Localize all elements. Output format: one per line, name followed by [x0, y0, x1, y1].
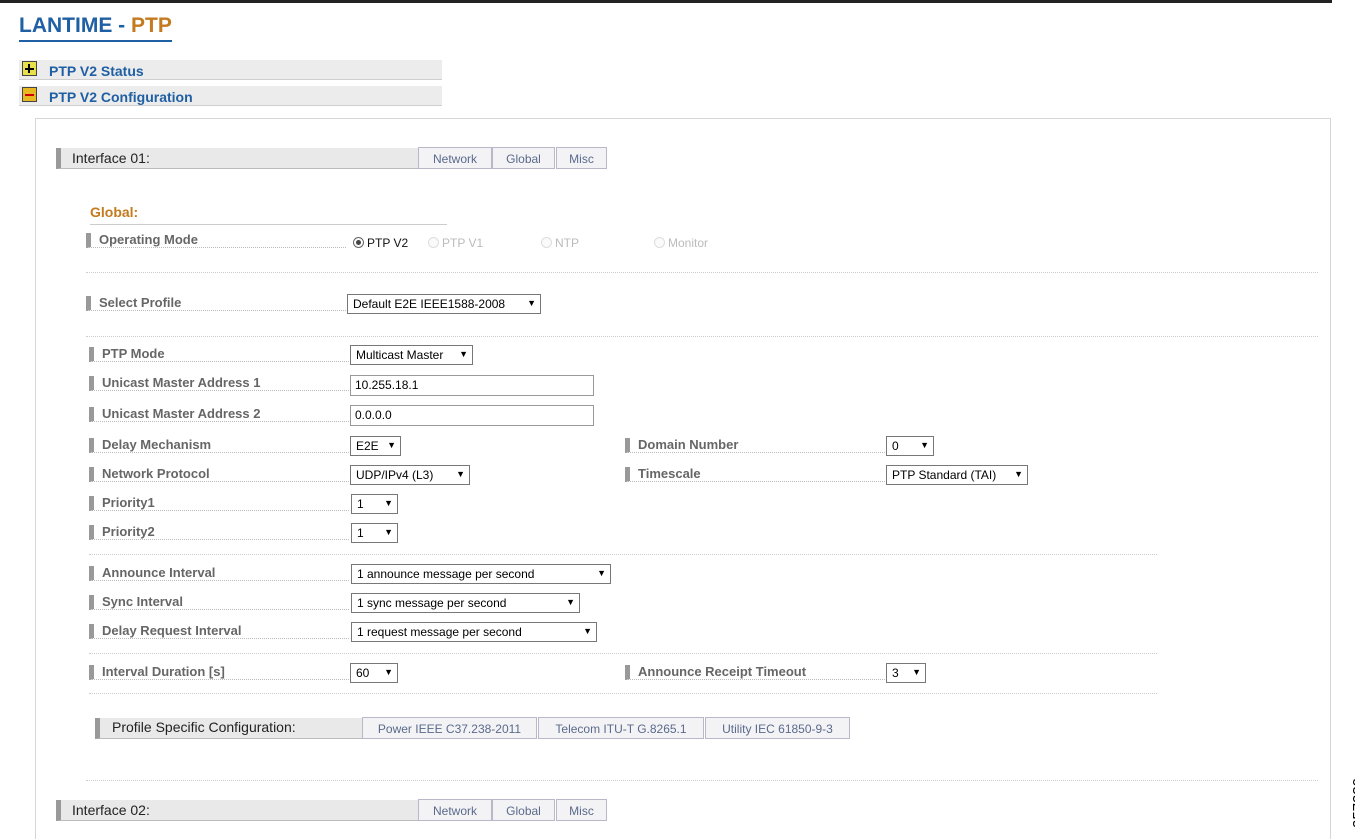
- network-protocol-dropdown[interactable]: UDP/IPv4 (L3): [350, 465, 470, 485]
- sync-interval-label: Sync Interval: [89, 595, 349, 610]
- section-label: PTP V2 Configuration: [49, 89, 193, 105]
- tab-misc[interactable]: Misc: [556, 799, 607, 821]
- network-protocol-label: Network Protocol: [89, 467, 349, 482]
- priority1-dropdown[interactable]: 1: [351, 494, 398, 514]
- announce-interval-label: Announce Interval: [89, 566, 349, 581]
- section-ptp-v2-status[interactable]: PTP V2 Status: [19, 60, 442, 80]
- divider: [89, 653, 1157, 655]
- profile-specific-header: Profile Specific Configuration:: [95, 718, 367, 739]
- select-profile-dropdown[interactable]: Default E2E IEEE1588-2008: [347, 294, 541, 314]
- domain-number-dropdown[interactable]: 0: [886, 436, 934, 456]
- timescale-dropdown[interactable]: PTP Standard (TAI): [886, 465, 1028, 485]
- radio-icon: [353, 237, 364, 248]
- delay-request-interval-label: Delay Request Interval: [89, 624, 349, 639]
- tab-global[interactable]: Global: [492, 147, 555, 169]
- divider: [90, 224, 447, 225]
- radio-label: PTP V1: [442, 236, 484, 250]
- section-label: PTP V2 Status: [49, 63, 144, 79]
- timescale-label: Timescale: [625, 467, 885, 482]
- tab-network[interactable]: Network: [418, 799, 492, 821]
- radio-ntp[interactable]: NTP: [541, 236, 579, 250]
- interface-label: Interface 01:: [72, 150, 150, 166]
- priority1-label: Priority1: [89, 496, 349, 511]
- interval-duration-label: Interval Duration [s]: [89, 665, 349, 680]
- top-border: [0, 0, 1332, 3]
- radio-icon: [654, 237, 665, 248]
- figure-number: 257239: [1350, 777, 1355, 828]
- unicast-master-address-2-input[interactable]: 0.0.0.0: [350, 405, 594, 426]
- divider: [86, 780, 1318, 782]
- tab-telecom-itu[interactable]: Telecom ITU-T G.8265.1: [538, 717, 704, 739]
- tab-utility-iec[interactable]: Utility IEC 61850-9-3: [705, 717, 850, 739]
- delay-mechanism-label: Delay Mechanism: [89, 438, 349, 453]
- unicast-master-address-2-label: Unicast Master Address 2: [89, 407, 349, 422]
- divider: [89, 693, 1157, 695]
- priority2-label: Priority2: [89, 525, 349, 540]
- radio-ptp-v2[interactable]: PTP V2: [353, 236, 408, 250]
- announce-interval-dropdown[interactable]: 1 announce message per second: [351, 564, 611, 584]
- tab-network[interactable]: Network: [418, 147, 492, 169]
- select-profile-label: Select Profile: [86, 296, 346, 311]
- divider: [86, 272, 1318, 274]
- title-main: LANTIME -: [19, 14, 131, 37]
- unicast-master-address-1-label: Unicast Master Address 1: [89, 376, 349, 391]
- priority2-dropdown[interactable]: 1: [351, 523, 398, 543]
- radio-icon: [428, 237, 439, 248]
- ptp-mode-label: PTP Mode: [89, 347, 349, 362]
- radio-label: Monitor: [668, 236, 709, 250]
- sync-interval-dropdown[interactable]: 1 sync message per second: [351, 593, 580, 613]
- radio-label: PTP V2: [367, 236, 409, 250]
- operating-mode-label: Operating Mode: [86, 233, 346, 248]
- announce-receipt-timeout-label: Announce Receipt Timeout: [625, 665, 885, 680]
- interface-02-header: Interface 02:: [56, 800, 423, 821]
- section-ptp-v2-configuration[interactable]: PTP V2 Configuration: [19, 86, 442, 106]
- delay-mechanism-dropdown[interactable]: E2E: [350, 436, 401, 456]
- radio-ptp-v1[interactable]: PTP V1: [428, 236, 483, 250]
- global-heading: Global:: [90, 204, 139, 220]
- divider: [86, 336, 1318, 338]
- interval-duration-dropdown[interactable]: 60: [350, 663, 398, 683]
- radio-label: NTP: [555, 236, 579, 250]
- radio-monitor[interactable]: Monitor: [654, 236, 708, 250]
- unicast-master-address-1-input[interactable]: 10.255.18.1: [350, 375, 594, 396]
- collapse-icon[interactable]: [22, 87, 37, 102]
- profile-specific-label: Profile Specific Configuration:: [112, 719, 296, 735]
- interface-01-header: Interface 01:: [56, 148, 423, 169]
- divider: [89, 554, 1157, 556]
- radio-icon: [541, 237, 552, 248]
- expand-icon[interactable]: [22, 61, 37, 76]
- title-accent: PTP: [130, 14, 172, 37]
- domain-number-label: Domain Number: [625, 438, 885, 453]
- tab-power-ieee[interactable]: Power IEEE C37.238-2011: [362, 717, 537, 739]
- announce-receipt-timeout-dropdown[interactable]: 3: [886, 663, 926, 683]
- interface-label: Interface 02:: [72, 802, 150, 818]
- tab-global[interactable]: Global: [492, 799, 555, 821]
- page-title: LANTIME - PTP: [19, 14, 172, 42]
- tab-misc[interactable]: Misc: [556, 147, 607, 169]
- ptp-mode-dropdown[interactable]: Multicast Master: [350, 345, 473, 365]
- delay-request-interval-dropdown[interactable]: 1 request message per second: [351, 622, 597, 642]
